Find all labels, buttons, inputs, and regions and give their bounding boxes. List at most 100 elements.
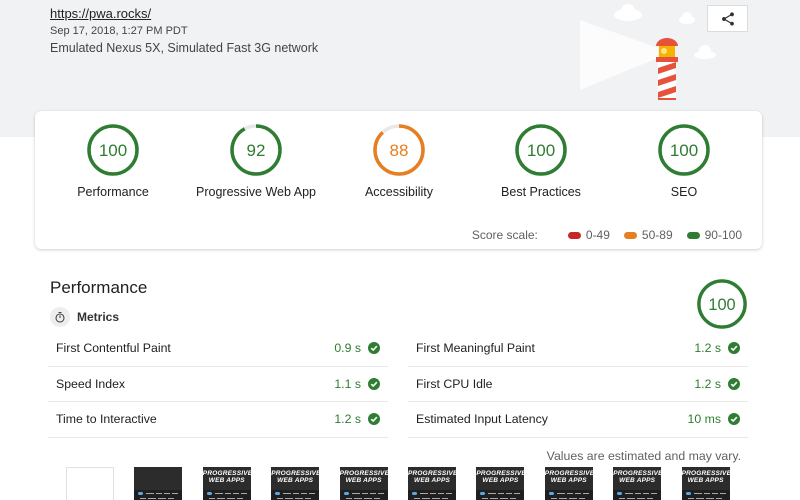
scores-summary-card: 100 Performance 92 Progressive Web App 8… [35,111,762,249]
legend-fail: 0-49 [567,228,610,242]
metric-row: Time to Interactive 1.2 s [48,402,388,438]
metric-value: 1.1 s [334,376,361,391]
filmstrip-frame [66,467,114,500]
metric-name: First Contentful Paint [56,341,171,356]
legend-swatch [567,231,581,239]
gauge-label: Accessibility [364,185,434,199]
frame-title: PROGRESSIVE WEB APPS [544,470,595,484]
page-url-link[interactable]: https://pwa.rocks/ [50,6,151,21]
frame-title: PROGRESSIVE WEB APPS [613,470,663,484]
pass-check-icon [368,413,380,426]
filmstrip-frame: PROGRESSIVE WEB APPS [544,467,595,500]
gauge-score: 100 [670,141,698,160]
metric-name: Estimated Input Latency [416,412,548,427]
metric-row: First CPU Idle 1.2 s [408,367,748,402]
gauge-label: Performance [77,185,149,199]
filmstrip-frame: PROGRESSIVE WEB APPS [681,467,732,500]
gauge-label: Best Practices [501,185,581,199]
legend-pass: 90-100 [686,228,742,242]
pass-check-icon [728,342,740,355]
stopwatch-icon [50,307,70,327]
frame-nav-bar [408,490,456,500]
performance-score-gauge: 100 [696,278,748,335]
gauge-accessibility[interactable]: 88 Accessibility [324,123,474,199]
gauge-ring: 100 [658,124,710,176]
frame-title: PROGRESSIVE WEB APPS [681,470,732,484]
frame-title: PROGRESSIVE WEB APPS [202,470,253,484]
frame-nav-bar [681,490,730,500]
pass-check-icon [728,377,740,390]
legend-average: 50-89 [623,228,673,242]
metric-value: 1.2 s [694,341,721,356]
metric-row: First Meaningful Paint 1.2 s [408,331,748,367]
legend-text: 0-49 [585,228,610,242]
metric-value: 1.2 s [334,412,361,427]
pass-check-icon [368,342,380,355]
metrics-column-left: First Contentful Paint 0.9 s Speed Index 1… [48,331,388,438]
gauge-performance[interactable]: 100 Performance [38,123,188,199]
metric-value: 10 ms [687,412,722,427]
pass-check-icon [368,377,380,390]
gauge-ring: 92 [230,124,282,176]
frame-nav-bar [134,490,183,500]
gauge-ring: 100 [87,124,139,176]
filmstrip-frame: PROGRESSIVE WEB APPS [271,467,321,500]
frame-title: PROGRESSIVE WEB APPS [339,470,390,484]
gauge-score: 88 [390,141,409,160]
frame-nav-bar [339,490,388,500]
filmstrip-frame [134,467,183,500]
metric-name: First CPU Idle [416,376,493,391]
frame-nav-bar [544,490,593,500]
pass-check-icon [728,413,740,426]
frame-title: PROGRESSIVE WEB APPS [408,470,458,484]
legend-text: 90-100 [704,228,742,242]
share-icon [721,11,734,26]
gauge-label: Progressive Web App [196,185,316,199]
frame-nav-bar [476,490,525,500]
cloud-icon [679,12,695,24]
legend-swatch [686,231,700,239]
frame-title: PROGRESSIVE WEB APPS [271,470,321,484]
gauge-label: SEO [670,185,698,199]
metrics-column-right: First Meaningful Paint 1.2 s First CPU Id… [408,331,748,438]
filmstrip: PROGRESSIVE WEB APPS PROGRESSIVE WEB APPS… [66,467,746,500]
filmstrip-frame: PROGRESSIVE WEB APPS [202,467,253,500]
filmstrip-frame: PROGRESSIVE WEB APPS [339,467,390,500]
gauge-seo[interactable]: 100 SEO [609,123,759,199]
performance-section-title: Performance [50,278,148,297]
gauge-pwa[interactable]: 92 Progressive Web App [181,123,331,199]
metric-name: Speed Index [56,376,126,391]
gauge-score: 92 [247,141,266,160]
metric-row: Estimated Input Latency 10 ms [408,402,748,438]
environment-info: Emulated Nexus 5X, Simulated Fast 3G net… [50,41,319,55]
gauge-ring: 88 [373,124,425,176]
gauge-ring: 100 [515,124,567,176]
light-beam [580,20,658,90]
gauge-best-practices[interactable]: 100 Best Practices [466,123,616,199]
frame-title: PROGRESSIVE WEB APPS [476,470,526,484]
legend-swatch [623,231,637,239]
filmstrip-frame: PROGRESSIVE WEB APPS [408,467,458,500]
metric-value: 1.2 s [694,376,721,391]
score-scale-label: Score scale: [471,228,538,242]
gauge-score: 100 [708,296,735,314]
filmstrip-frame: PROGRESSIVE WEB APPS [476,467,526,500]
filmstrip-frame: PROGRESSIVE WEB APPS [613,467,663,500]
gauge-score: 100 [527,141,555,160]
frame-nav-bar [271,490,320,500]
cloud-icon [694,45,716,59]
lighthouse-roof [656,38,678,46]
metric-row: Speed Index 1.1 s [48,367,388,402]
metrics-header: Metrics [50,307,119,327]
metric-name: Time to Interactive [56,412,157,427]
metric-row: First Contentful Paint 0.9 s [48,331,388,367]
metric-value: 0.9 s [334,341,361,356]
legend-text: 50-89 [641,228,673,242]
metric-name: First Meaningful Paint [416,341,535,356]
report-timestamp: Sep 17, 2018, 1:27 PM PDT [50,25,188,37]
frame-nav-bar [202,490,251,500]
cloud-icon [614,4,642,21]
frame-nav-bar [613,490,662,500]
metrics-label: Metrics [77,310,120,324]
gauge-ring: 100 [697,279,747,329]
